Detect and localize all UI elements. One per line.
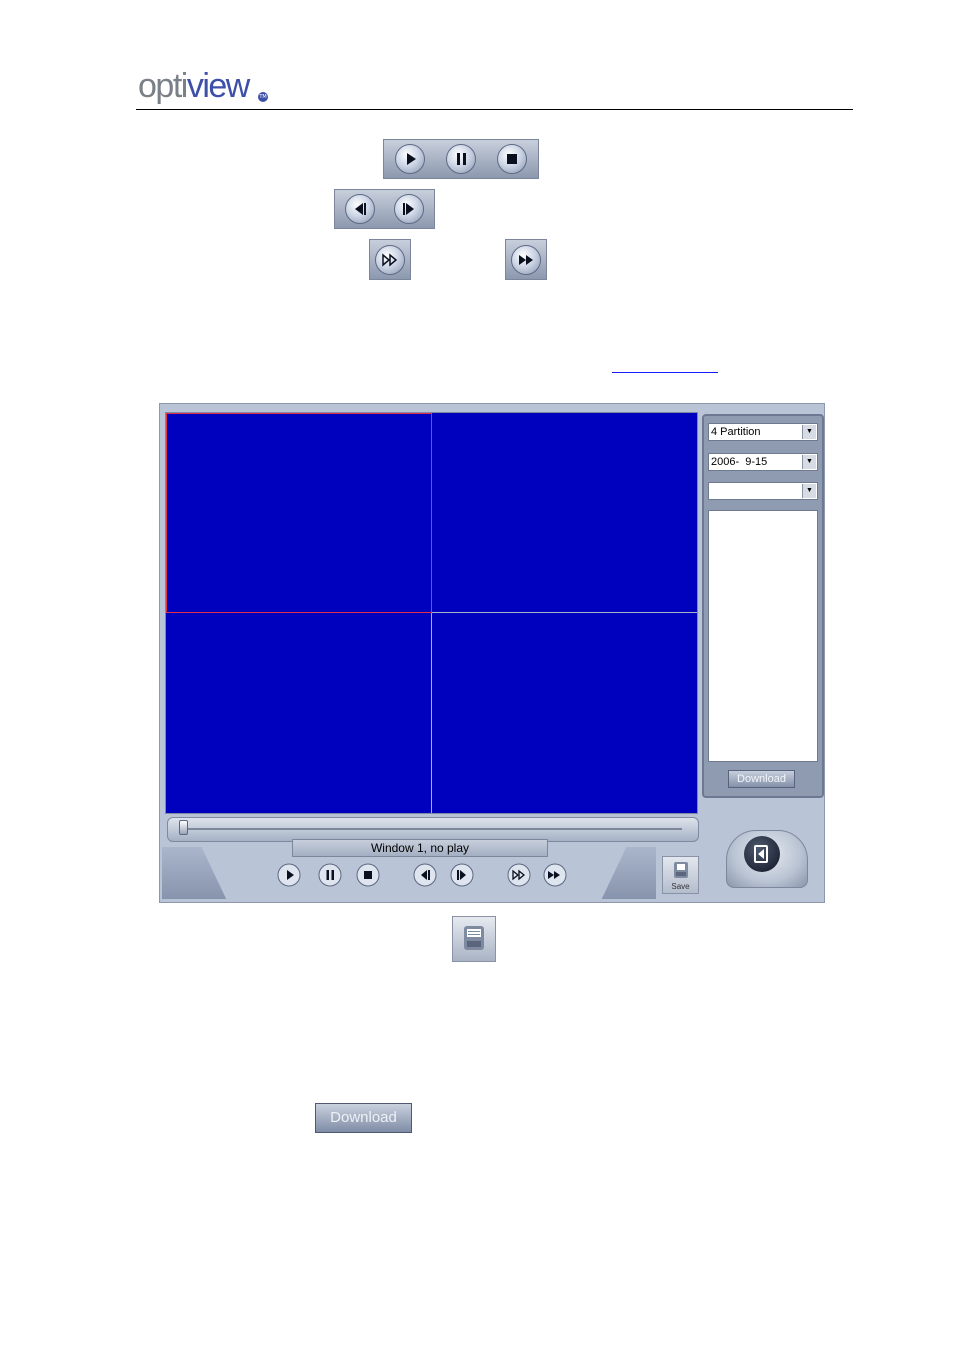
exit-icon[interactable] — [744, 836, 780, 872]
date-select-value: 2006- 9-15 — [711, 456, 768, 468]
frame-forward-icon[interactable] — [450, 863, 474, 887]
status-display: Window 1, no play — [292, 839, 548, 857]
record-list[interactable] — [708, 510, 818, 762]
fast-forward-icon — [511, 244, 541, 275]
frame-back-icon[interactable] — [344, 194, 375, 224]
optiview-logo: optiview — [138, 67, 250, 105]
date-select[interactable]: 2006- 9-15 ▼ — [708, 453, 818, 471]
video-window-3[interactable] — [166, 613, 431, 812]
stop-icon[interactable] — [497, 144, 528, 174]
frame-back-icon[interactable] — [413, 863, 437, 887]
frame-step-group — [334, 189, 435, 229]
stop-icon[interactable] — [356, 863, 380, 887]
play-icon[interactable] — [277, 863, 301, 887]
play-icon[interactable] — [394, 144, 425, 174]
pause-icon[interactable] — [445, 144, 476, 174]
chevron-down-icon[interactable]: ▼ — [802, 425, 816, 439]
slow-forward-icon[interactable] — [507, 863, 531, 887]
slow-forward-icon — [375, 244, 405, 275]
save-icon — [673, 862, 688, 878]
chevron-down-icon[interactable]: ▼ — [802, 484, 816, 498]
download-button[interactable]: Download — [728, 770, 795, 788]
seek-track — [180, 828, 682, 830]
seek-thumb[interactable] — [179, 820, 188, 835]
video-window-1-selected[interactable] — [166, 413, 432, 613]
frame-forward-icon[interactable] — [394, 194, 425, 224]
save-label: Save — [671, 882, 690, 891]
logo-trademark: TM — [258, 92, 268, 102]
save-button-illustration — [452, 916, 496, 962]
play-pause-stop-group — [383, 139, 539, 179]
partition-select-value: 4 Partition — [711, 426, 761, 438]
chevron-down-icon[interactable]: ▼ — [802, 455, 816, 469]
fast-forward-icon[interactable] — [543, 863, 567, 887]
fast-forward-button[interactable] — [505, 239, 547, 280]
camera-select[interactable]: ▼ — [708, 482, 818, 500]
slow-forward-button[interactable] — [369, 239, 411, 280]
save-button[interactable]: Save — [662, 856, 699, 894]
download-button-illustration: Download — [315, 1103, 412, 1133]
save-icon — [464, 926, 484, 950]
hyperlink-underline[interactable] — [612, 372, 718, 373]
header-divider — [136, 109, 853, 110]
video-window-2[interactable] — [432, 413, 697, 612]
pause-icon[interactable] — [318, 863, 342, 887]
video-window-4[interactable] — [432, 613, 697, 812]
partition-select[interactable]: 4 Partition ▼ — [708, 423, 818, 441]
